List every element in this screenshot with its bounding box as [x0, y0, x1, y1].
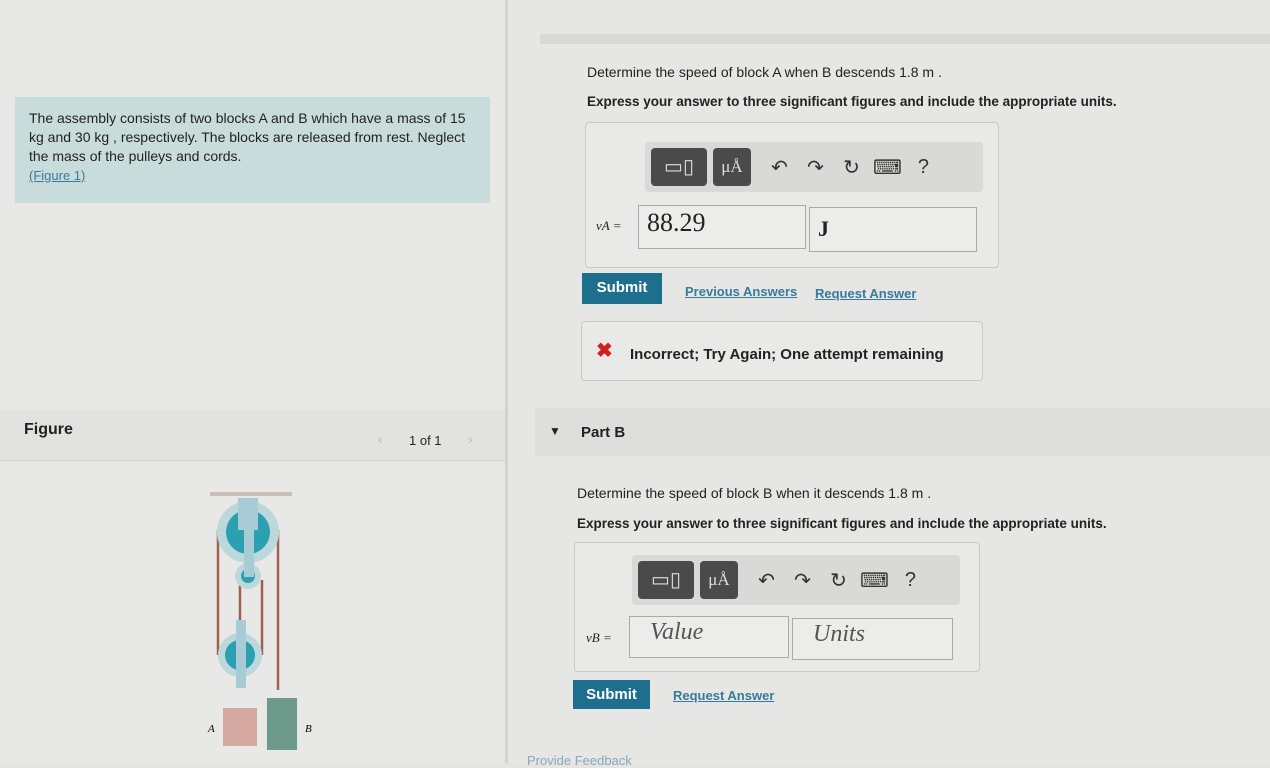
part-b-toolbar: ▭▯ μÅ ↶ ↷ ↻ ⌨? [632, 555, 960, 605]
header-bar [540, 34, 1270, 44]
ceiling-plate [210, 492, 292, 496]
part-b-variable-label: vB = [586, 630, 612, 645]
keyboard-icon[interactable]: ⌨ [869, 155, 905, 180]
part-a-toolbar: ▭▯ μÅ ↶ ↷ ↻ ⌨? [645, 142, 983, 192]
collapse-caret-icon[interactable]: ▼ [549, 424, 561, 438]
next-figure-icon[interactable]: › [468, 431, 473, 447]
feedback-text: Incorrect; Try Again; One attempt remain… [630, 346, 944, 363]
undo-icon[interactable]: ↶ [748, 568, 784, 593]
keyboard-icon[interactable]: ⌨ [856, 568, 892, 593]
reset-icon[interactable]: ↻ [820, 568, 856, 593]
previous-answers-link[interactable]: Previous Answers [685, 284, 797, 299]
part-b-instruction: Express your answer to three significant… [577, 516, 1107, 531]
part-b-value-input[interactable]: Value [629, 616, 789, 658]
units-button[interactable]: μÅ [700, 561, 738, 599]
block-a [223, 708, 257, 746]
figure-link[interactable]: (Figure 1) [29, 168, 85, 183]
label-b: B [305, 723, 312, 735]
pulley-figure: A B [207, 492, 312, 750]
part-b-question: Determine the speed of block B when it d… [577, 485, 932, 501]
figure-title: Figure [24, 421, 73, 438]
redo-icon[interactable]: ↷ [797, 155, 833, 180]
templates-button[interactable]: ▭▯ [651, 148, 707, 186]
label-a: A [207, 723, 215, 735]
part-b-header[interactable]: ▼ Part B [535, 408, 1270, 456]
incorrect-icon: ✖ [596, 340, 613, 362]
part-a-units-input[interactable]: J [809, 207, 977, 252]
problem-text: The assembly consists of two blocks A an… [29, 110, 466, 164]
redo-icon[interactable]: ↷ [784, 568, 820, 593]
part-b-units-input[interactable]: Units [792, 618, 953, 660]
part-a-submit-button[interactable]: Submit [582, 273, 662, 304]
feedback-box: ✖ Incorrect; Try Again; One attempt rema… [581, 321, 983, 381]
block-b [267, 698, 297, 750]
prev-figure-icon[interactable]: ‹ [378, 431, 383, 447]
units-button[interactable]: μÅ [713, 148, 751, 186]
part-b-request-answer-link[interactable]: Request Answer [673, 688, 774, 703]
templates-button[interactable]: ▭▯ [638, 561, 694, 599]
part-a-variable-label: vA = [596, 218, 622, 233]
part-a-question: Determine the speed of block A when B de… [587, 64, 942, 80]
part-a-value-input[interactable]: 88.29 [638, 205, 806, 249]
help-icon[interactable]: ? [905, 156, 941, 179]
undo-icon[interactable]: ↶ [761, 155, 797, 180]
help-icon[interactable]: ? [892, 569, 928, 592]
part-b-submit-button[interactable]: Submit [573, 680, 650, 709]
part-b-title: Part B [581, 424, 626, 441]
reset-icon[interactable]: ↻ [833, 155, 869, 180]
part-a-instruction: Express your answer to three significant… [587, 94, 1117, 109]
problem-statement: The assembly consists of two blocks A an… [15, 97, 490, 203]
part-a-request-answer-link[interactable]: Request Answer [815, 286, 916, 301]
provide-feedback-link[interactable]: Provide Feedback [527, 753, 632, 768]
figure-pager: 1 of 1 [409, 433, 442, 448]
